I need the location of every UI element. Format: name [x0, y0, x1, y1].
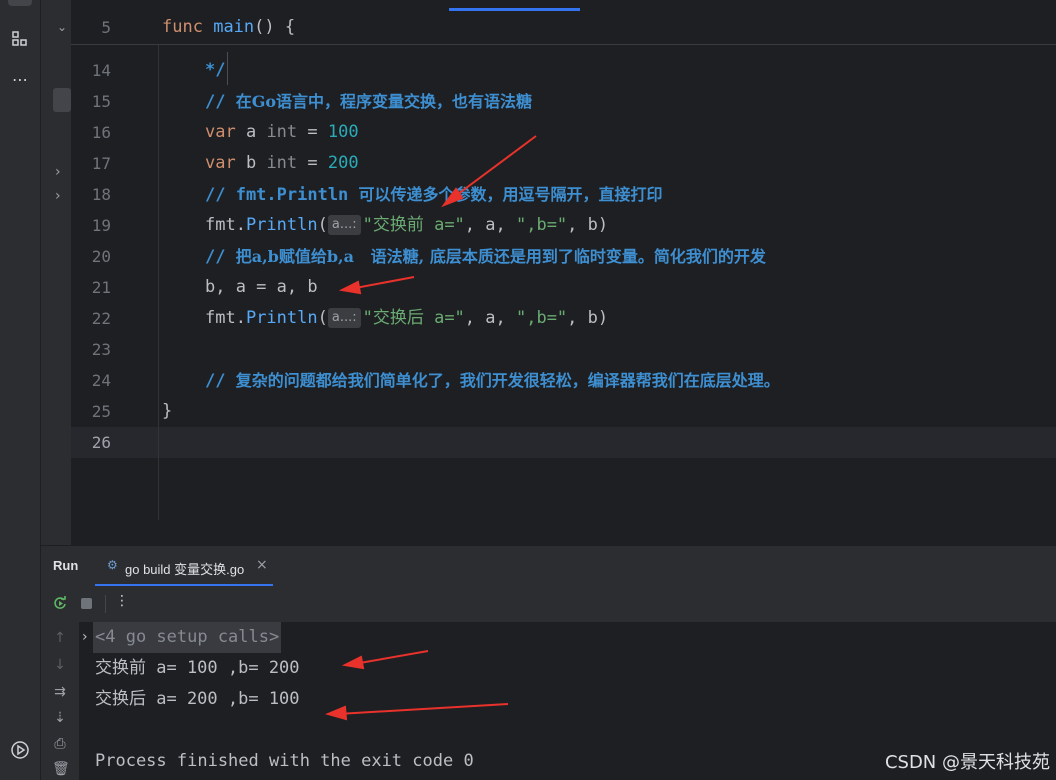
annotation-arrow — [353, 650, 429, 665]
annotation-arrows — [324, 135, 537, 721]
annotation-arrow — [337, 703, 509, 715]
annotation-arrowhead — [324, 705, 348, 721]
annotation-arrowhead — [341, 655, 365, 670]
annotation-arrowhead — [441, 187, 464, 208]
annotation-arrowhead — [338, 280, 362, 295]
annotation-arrow — [449, 135, 537, 201]
watermark: CSDN @景天科技苑 — [884, 752, 1050, 773]
